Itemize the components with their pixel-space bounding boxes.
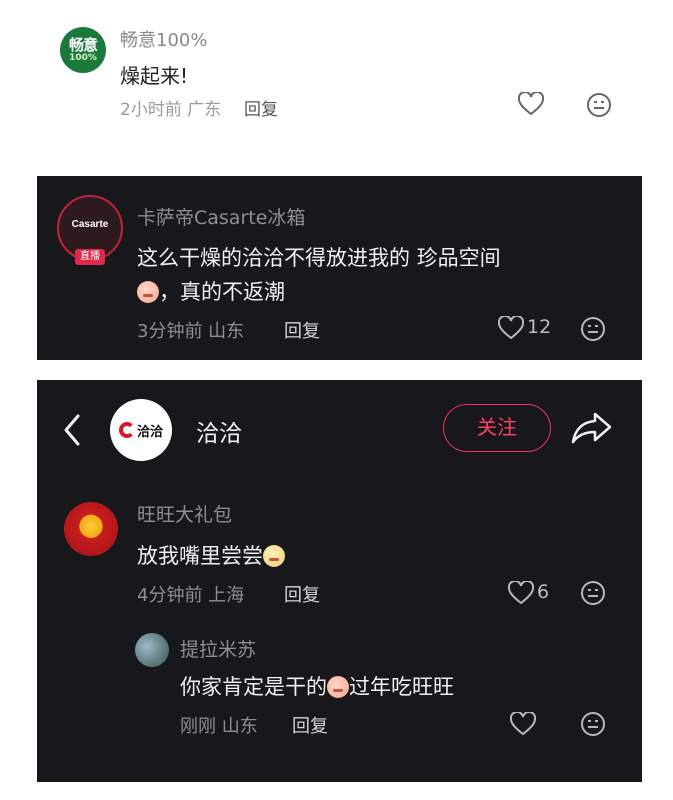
- reply-button[interactable]: 回复: [284, 317, 320, 343]
- comment-username[interactable]: 畅意100%: [120, 26, 207, 52]
- reply-button[interactable]: 回复: [244, 95, 278, 120]
- share-icon[interactable]: [570, 408, 614, 448]
- comment-username[interactable]: 提拉米苏: [180, 635, 256, 662]
- back-arrow-icon[interactable]: [60, 410, 84, 450]
- like-count: 12: [527, 316, 552, 338]
- comment-text: 燥起来!: [120, 64, 189, 88]
- avatar-changyi[interactable]: 畅意 100%: [60, 27, 106, 73]
- emoji-face-icon[interactable]: [580, 316, 606, 342]
- emoji-face-icon[interactable]: [580, 711, 606, 737]
- comment-text-part2: 过年吃旺旺: [349, 675, 454, 699]
- qiaqia-avatar[interactable]: 洽洽: [110, 399, 172, 461]
- emoji-face-icon[interactable]: [580, 580, 606, 606]
- heart-icon[interactable]: [498, 316, 524, 340]
- comment-text-line1: 这么干燥的洽洽不得放进我的 珍品空间: [137, 246, 501, 270]
- comment-meta: 2小时前 广东: [120, 100, 222, 120]
- comment-username[interactable]: 旺旺大礼包: [137, 500, 232, 527]
- comment-text: 放我嘴里尝尝: [137, 544, 263, 568]
- emoji-sticker-icon: [137, 281, 159, 303]
- avatar-tilami[interactable]: [135, 633, 169, 667]
- comment-username[interactable]: 卡萨帝Casarte冰箱: [137, 203, 305, 230]
- comment-meta: 刚刚 山东: [180, 716, 258, 737]
- comment-text-line2-wrap: ，真的不返潮: [137, 276, 285, 306]
- reply-button[interactable]: 回复: [284, 581, 320, 607]
- heart-icon[interactable]: [518, 92, 544, 116]
- follow-button[interactable]: 关注: [443, 404, 551, 452]
- comment-text-part1: 你家肯定是干的: [180, 675, 327, 699]
- heart-icon[interactable]: [510, 712, 536, 736]
- comment-text-wrap: 放我嘴里尝尝: [137, 540, 285, 570]
- comment-text-wrap: 你家肯定是干的 过年吃旺旺: [180, 671, 454, 701]
- comment-text-line2: ，真的不返潮: [159, 280, 285, 304]
- comment-meta: 3分钟前 山东: [137, 321, 245, 342]
- heart-icon[interactable]: [508, 581, 534, 605]
- comment-meta: 4分钟前 上海: [137, 585, 245, 606]
- avatar-wangwang[interactable]: [64, 502, 118, 556]
- like-count: 6: [537, 581, 550, 603]
- avatar-brand-text: Casarte: [71, 219, 109, 230]
- avatar-logo-text: 畅意: [68, 36, 98, 54]
- qiaqia-logo-text: 洽洽: [136, 424, 163, 440]
- qiaqia-logo-mark: [118, 422, 135, 438]
- reply-button[interactable]: 回复: [292, 712, 328, 738]
- account-name[interactable]: 洽洽: [196, 414, 242, 448]
- emoji-sticker-icon: [327, 676, 349, 698]
- live-badge: 直播: [75, 249, 105, 265]
- emoji-face-icon[interactable]: [586, 92, 612, 118]
- emoji-sticker-icon: [263, 545, 285, 567]
- avatar-logo-subtext: 100%: [69, 53, 97, 63]
